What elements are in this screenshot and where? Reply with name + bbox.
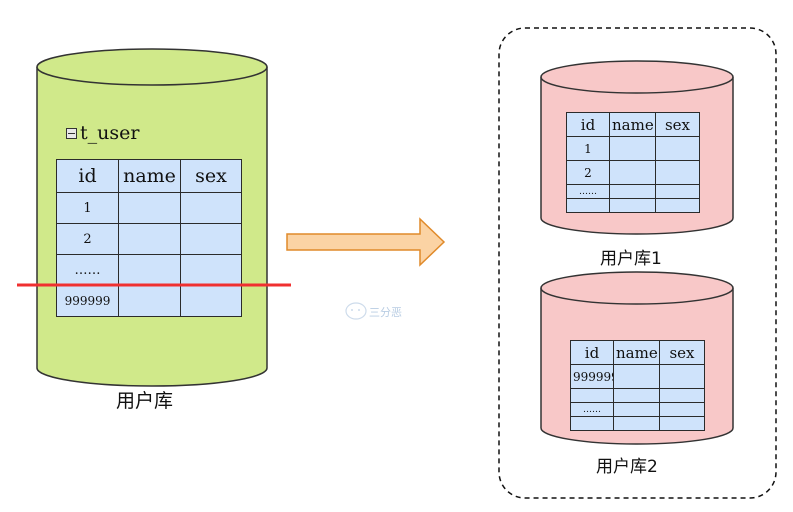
header-cell: id	[56, 159, 119, 193]
table-header-row: id name sex	[570, 340, 705, 365]
table-cell	[118, 285, 181, 317]
table-header-row: id name sex	[56, 159, 242, 193]
table-cell	[655, 160, 700, 185]
table-cell	[118, 254, 181, 286]
table-cell	[659, 388, 705, 403]
table-cell	[613, 388, 660, 403]
table-cell: 1	[566, 136, 610, 161]
header-cell: id	[570, 340, 614, 365]
table-row: ……	[56, 254, 242, 286]
table-cell: ……	[566, 184, 610, 199]
table-cell	[180, 285, 242, 317]
table-row: ……	[566, 184, 700, 199]
table-cell	[609, 136, 656, 161]
shard1-table: id name sex 1 2 ……	[566, 112, 700, 213]
table-cell	[659, 364, 705, 389]
source-table-name: t_user	[80, 122, 140, 144]
table-cell	[613, 402, 660, 417]
table-cell	[655, 198, 700, 213]
table-cell	[613, 416, 660, 431]
header-cell: sex	[659, 340, 705, 365]
table-row: 1	[56, 192, 242, 224]
table-cell	[118, 223, 181, 255]
table-row: 999999	[56, 285, 242, 317]
table-cell	[659, 416, 705, 431]
table-cell	[609, 198, 656, 213]
watermark-logo-icon	[345, 302, 367, 320]
table-cell	[118, 192, 181, 224]
table-cell	[180, 254, 242, 286]
table-row: ……	[570, 402, 705, 417]
table-cell	[659, 402, 705, 417]
table-row	[570, 416, 705, 431]
table-cell	[180, 223, 242, 255]
table-cell: 2	[56, 223, 119, 255]
watermark-text: 三分恶	[369, 306, 402, 319]
source-db-label: 用户库	[116, 390, 174, 412]
shard2-table: id name sex 999999 ……	[570, 340, 705, 431]
diagram-canvas: t_user id name sex 1 2 …… 999999 用户库 三分恶…	[0, 0, 793, 512]
table-cell	[655, 184, 700, 199]
collapse-toggle-icon[interactable]	[66, 128, 77, 139]
header-cell: id	[566, 112, 610, 137]
header-cell: sex	[655, 112, 700, 137]
table-row: 999999	[570, 364, 705, 389]
table-cell	[609, 160, 656, 185]
table-cell	[609, 184, 656, 199]
table-cell	[655, 136, 700, 161]
table-row: 2	[566, 160, 700, 185]
shard1-label: 用户库1	[600, 249, 662, 269]
table-cell	[570, 416, 614, 431]
table-header-row: id name sex	[566, 112, 700, 137]
table-cell: ……	[570, 402, 614, 417]
header-cell: name	[613, 340, 660, 365]
table-cell: 999999	[570, 364, 614, 389]
header-cell: name	[118, 159, 181, 193]
table-row	[570, 388, 705, 403]
shard2-label: 用户库2	[596, 457, 658, 477]
table-row	[566, 198, 700, 213]
source-table: id name sex 1 2 …… 999999	[56, 159, 242, 317]
split-arrow	[286, 217, 446, 267]
table-cell	[566, 198, 610, 213]
table-cell: ……	[56, 254, 119, 286]
table-cell	[613, 364, 660, 389]
table-cell: 1	[56, 192, 119, 224]
table-row: 1	[566, 136, 700, 161]
table-cell: 2	[566, 160, 610, 185]
table-cell: 999999	[56, 285, 119, 317]
header-cell: sex	[180, 159, 242, 193]
table-cell	[180, 192, 242, 224]
header-cell: name	[609, 112, 656, 137]
table-cell	[570, 388, 614, 403]
table-row: 2	[56, 223, 242, 255]
